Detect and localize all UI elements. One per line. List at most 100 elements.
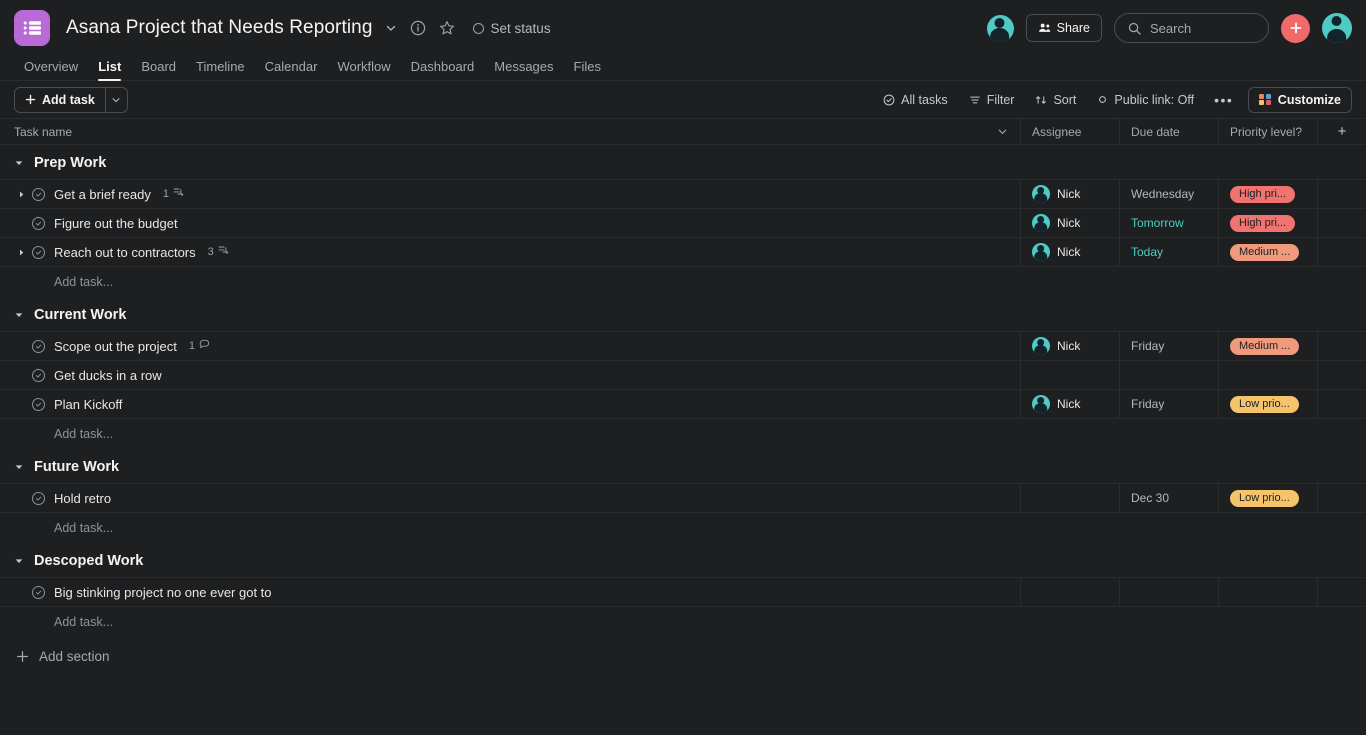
due-date-cell[interactable]: Today: [1119, 238, 1218, 266]
table-row[interactable]: Hold retro Dec 30 Low prio...: [0, 483, 1366, 513]
chevron-down-icon[interactable]: [14, 158, 24, 168]
table-row[interactable]: Big stinking project no one ever got to: [0, 577, 1366, 607]
task-name-cell[interactable]: Plan Kickoff: [0, 390, 1020, 418]
tab-dashboard[interactable]: Dashboard: [401, 59, 485, 80]
priority-cell[interactable]: High pri...: [1218, 180, 1317, 208]
chevron-down-icon[interactable]: [14, 556, 24, 566]
tab-files[interactable]: Files: [564, 59, 611, 80]
priority-badge[interactable]: Medium ...: [1230, 243, 1300, 261]
chevron-down-icon[interactable]: [14, 310, 24, 320]
due-date-cell[interactable]: [1119, 361, 1218, 389]
add-task-inline[interactable]: Add task...: [0, 607, 1366, 637]
complete-task-checkbox[interactable]: [32, 216, 45, 230]
priority-badge[interactable]: High pri...: [1230, 185, 1296, 203]
expand-subtasks-toggle[interactable]: [14, 190, 28, 199]
table-row[interactable]: Reach out to contractors 3 Nick Today Medium…: [0, 237, 1366, 267]
due-date-cell[interactable]: Dec 30: [1119, 484, 1218, 512]
sort-button[interactable]: Sort: [1026, 87, 1085, 113]
assignee-cell[interactable]: [1020, 361, 1119, 389]
assignee-cell[interactable]: Nick: [1020, 209, 1119, 237]
add-task-inline[interactable]: Add task...: [0, 267, 1366, 297]
set-status-button[interactable]: Set status: [472, 21, 551, 36]
section-header[interactable]: Future Work: [0, 449, 1366, 484]
user-avatar[interactable]: [1322, 13, 1352, 43]
add-column-button[interactable]: +: [1317, 119, 1366, 144]
assignee-cell[interactable]: Nick: [1020, 238, 1119, 266]
column-header-due-date[interactable]: Due date: [1119, 119, 1218, 144]
due-date-cell[interactable]: Friday: [1119, 390, 1218, 418]
assignee-cell[interactable]: Nick: [1020, 390, 1119, 418]
task-name-cell[interactable]: Hold retro: [0, 484, 1020, 512]
star-icon[interactable]: [439, 20, 455, 36]
task-name-cell[interactable]: Reach out to contractors 3: [0, 238, 1020, 266]
expand-subtasks-toggle[interactable]: [14, 248, 28, 257]
tab-overview[interactable]: Overview: [14, 59, 88, 80]
complete-task-checkbox[interactable]: [32, 339, 45, 353]
section-header[interactable]: Prep Work: [0, 145, 1366, 180]
chevron-down-icon[interactable]: [997, 126, 1008, 137]
assignee-cell[interactable]: [1020, 484, 1119, 512]
priority-cell[interactable]: High pri...: [1218, 209, 1317, 237]
more-options-button[interactable]: •••: [1206, 92, 1241, 108]
column-header-task-name[interactable]: Task name: [0, 119, 1020, 144]
task-name-cell[interactable]: Get a brief ready 1: [0, 180, 1020, 208]
priority-badge[interactable]: High pri...: [1230, 214, 1296, 232]
priority-cell[interactable]: Low prio...: [1218, 484, 1317, 512]
due-date-cell[interactable]: Friday: [1119, 332, 1218, 360]
assignee-cell[interactable]: Nick: [1020, 332, 1119, 360]
all-tasks-button[interactable]: All tasks: [874, 87, 957, 113]
priority-cell[interactable]: Low prio...: [1218, 390, 1317, 418]
complete-task-checkbox[interactable]: [32, 585, 45, 599]
complete-task-checkbox[interactable]: [32, 397, 45, 411]
section-header[interactable]: Descoped Work: [0, 543, 1366, 578]
customize-button[interactable]: Customize: [1248, 86, 1352, 113]
complete-task-checkbox[interactable]: [32, 245, 45, 259]
priority-cell[interactable]: Medium ...: [1218, 238, 1317, 266]
priority-badge[interactable]: Low prio...: [1230, 395, 1299, 413]
column-header-assignee[interactable]: Assignee: [1020, 119, 1119, 144]
priority-cell[interactable]: Medium ...: [1218, 332, 1317, 360]
tab-workflow[interactable]: Workflow: [327, 59, 400, 80]
public-link-button[interactable]: Public link: Off: [1088, 87, 1203, 113]
filter-button[interactable]: Filter: [960, 87, 1024, 113]
priority-badge[interactable]: Medium ...: [1230, 337, 1300, 355]
tab-calendar[interactable]: Calendar: [255, 59, 328, 80]
list-icon[interactable]: [14, 10, 50, 46]
task-name-cell[interactable]: Big stinking project no one ever got to: [0, 578, 1020, 606]
priority-badge[interactable]: Low prio...: [1230, 489, 1299, 507]
table-row[interactable]: Plan Kickoff Nick Friday Low prio...: [0, 389, 1366, 419]
add-task-inline[interactable]: Add task...: [0, 513, 1366, 543]
tab-board[interactable]: Board: [131, 59, 186, 80]
section-header[interactable]: Current Work: [0, 297, 1366, 332]
task-name-cell[interactable]: Figure out the budget: [0, 209, 1020, 237]
task-name-cell[interactable]: Get ducks in a row: [0, 361, 1020, 389]
table-row[interactable]: Figure out the budget Nick Tomorrow High pr…: [0, 208, 1366, 238]
due-date-cell[interactable]: [1119, 578, 1218, 606]
add-task-dropdown[interactable]: [104, 87, 127, 112]
tab-timeline[interactable]: Timeline: [186, 59, 255, 80]
table-row[interactable]: Get a brief ready 1 Nick Wednesday High pri.…: [0, 179, 1366, 209]
assignee-cell[interactable]: Nick: [1020, 180, 1119, 208]
member-avatar[interactable]: [986, 14, 1014, 42]
info-icon[interactable]: [410, 20, 426, 36]
due-date-cell[interactable]: Wednesday: [1119, 180, 1218, 208]
table-row[interactable]: Get ducks in a row: [0, 360, 1366, 390]
tab-list[interactable]: List: [88, 59, 131, 81]
table-row[interactable]: Scope out the project 1 Nick Friday Medium .…: [0, 331, 1366, 361]
share-button[interactable]: Share: [1025, 14, 1102, 42]
due-date-cell[interactable]: Tomorrow: [1119, 209, 1218, 237]
add-section-button[interactable]: Add section: [0, 637, 1366, 675]
create-button[interactable]: [1281, 13, 1310, 43]
priority-cell[interactable]: [1218, 361, 1317, 389]
chevron-down-icon[interactable]: [14, 462, 24, 472]
tab-messages[interactable]: Messages: [484, 59, 563, 80]
chevron-down-icon[interactable]: [385, 22, 397, 34]
add-task-inline[interactable]: Add task...: [0, 419, 1366, 449]
complete-task-checkbox[interactable]: [32, 187, 45, 201]
assignee-cell[interactable]: [1020, 578, 1119, 606]
complete-task-checkbox[interactable]: [32, 368, 45, 382]
search-input[interactable]: Search: [1114, 13, 1269, 43]
column-header-priority[interactable]: Priority level?: [1218, 119, 1317, 144]
task-name-cell[interactable]: Scope out the project 1: [0, 332, 1020, 360]
add-task-button[interactable]: Add task: [15, 88, 105, 112]
